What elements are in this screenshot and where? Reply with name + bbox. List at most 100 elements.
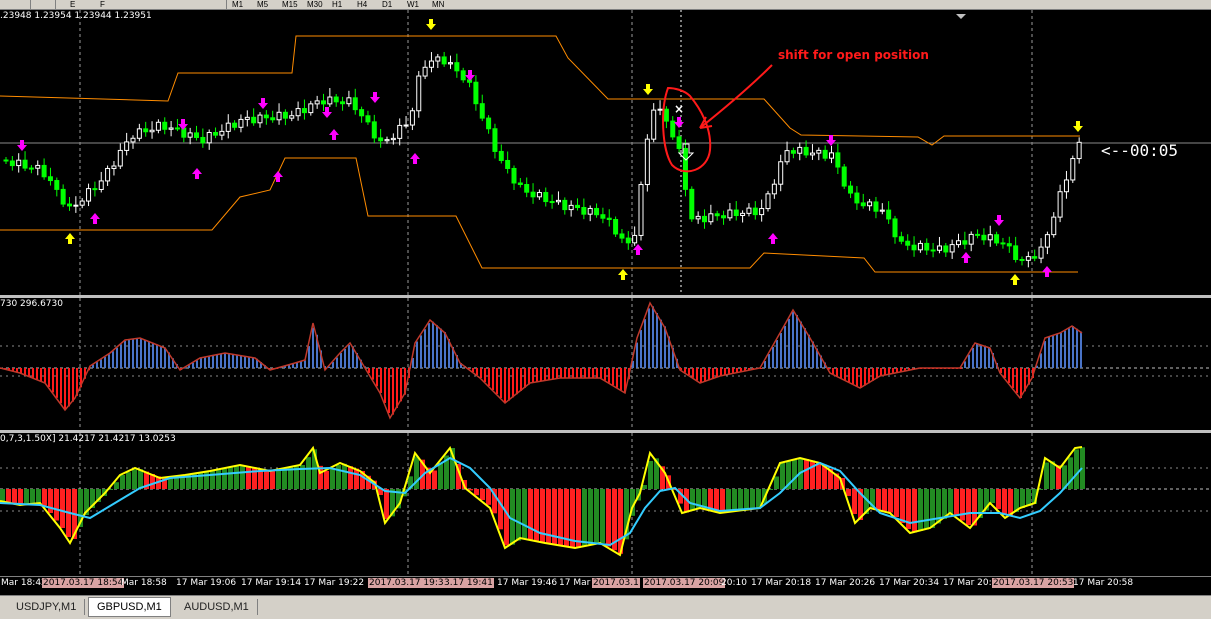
histogram-bar [964, 361, 966, 368]
candle-body [213, 132, 219, 136]
main-chart-pane[interactable]: × .23948 1.23954 1.23944 1.23951 [0, 10, 1211, 296]
histogram-bar [24, 489, 29, 505]
signal-arrow-down [426, 19, 436, 30]
candle-body [168, 127, 174, 130]
timeframe-button-f[interactable]: F [100, 0, 105, 9]
histogram-bar [276, 469, 281, 489]
histogram-bar [100, 359, 102, 368]
candle-body [1013, 245, 1019, 260]
histogram-bar [192, 362, 194, 368]
candle-body [251, 116, 257, 124]
histogram-bar [856, 368, 858, 386]
histogram-bar [1002, 489, 1007, 515]
timeframe-button-mn[interactable]: MN [432, 0, 444, 9]
histogram-bar [138, 469, 143, 489]
histogram-bar [1026, 489, 1031, 506]
toolbar: E F M1 M5 M15 M30 H1 H4 D1 W1 MN [0, 0, 1211, 10]
histogram-bar [872, 368, 874, 381]
timeframe-button-e[interactable]: E [70, 0, 75, 9]
histogram-bar [840, 368, 842, 378]
time-axis-label: 20:10 [721, 578, 747, 588]
histogram-bar [584, 368, 586, 378]
histogram-bar [500, 368, 502, 398]
histogram-bar [436, 325, 438, 368]
indicator-pane-1[interactable]: 730 296.6730 [0, 298, 1211, 430]
timeframe-button-h1[interactable]: H1 [332, 0, 342, 9]
histogram-bar [776, 340, 778, 368]
histogram-bar [608, 368, 610, 383]
histogram-bar [792, 311, 794, 368]
timeframe-button-m1[interactable]: M1 [232, 0, 243, 9]
candle-body [397, 124, 403, 139]
histogram-bar [288, 467, 293, 489]
histogram-bar [604, 368, 606, 381]
histogram-bar [1052, 335, 1054, 368]
candle-body [200, 136, 206, 144]
histogram-bar [40, 368, 42, 381]
candle-body [1070, 158, 1076, 181]
time-axis-label: 2017.03.17 18:54 [42, 578, 125, 588]
candle-body [962, 240, 968, 245]
time-axis-label: 17 Mar 20:26 [815, 578, 876, 588]
candle-body [905, 240, 911, 246]
histogram-bar [232, 354, 234, 368]
chart-tab-usdjpy[interactable]: USDJPY,M1 [8, 599, 86, 615]
histogram-bar [536, 368, 538, 382]
histogram-bar [156, 344, 158, 368]
histogram-bar [846, 489, 851, 496]
candle-body [949, 244, 955, 253]
candle-body [568, 204, 574, 211]
histogram-bar [656, 313, 658, 368]
histogram-bar [1076, 328, 1078, 368]
candle-body [206, 132, 212, 144]
candle-body [670, 120, 676, 138]
histogram-bar [644, 319, 646, 368]
timeframe-button-d1[interactable]: D1 [382, 0, 392, 9]
histogram-bar [48, 368, 50, 388]
candle-body [47, 176, 53, 182]
candle-body [428, 60, 434, 68]
histogram-bar [24, 368, 26, 375]
histogram-bar [1050, 461, 1055, 489]
histogram-bar [152, 342, 154, 368]
histogram-bar [486, 489, 491, 505]
candle-body [276, 111, 282, 121]
timeframe-button-h4[interactable]: H4 [357, 0, 367, 9]
candle-body [86, 188, 92, 202]
histogram-bar [750, 489, 755, 510]
candle-body [822, 149, 828, 159]
timeframe-button-m30[interactable]: M30 [307, 0, 323, 9]
histogram-bar [968, 354, 970, 368]
timeframe-button-m15[interactable]: M15 [282, 0, 298, 9]
candle-body [898, 236, 904, 242]
indicator-pane-2[interactable]: 0,7,3,1.50X] 21.4217 21.4217 13.0253 [0, 433, 1211, 576]
histogram-bar [498, 489, 503, 530]
histogram-bar [784, 325, 786, 368]
candle-body [1076, 141, 1082, 160]
timeframe-button-m5[interactable]: M5 [257, 0, 268, 9]
histogram-bar [516, 489, 521, 541]
histogram-bar [648, 461, 653, 489]
histogram-bar [772, 347, 774, 368]
ohlc-label: .23948 1.23954 1.23944 1.23951 [0, 11, 152, 21]
histogram-bar [126, 472, 131, 489]
candle-body [689, 188, 695, 220]
chart-tab-audusd[interactable]: AUDUSD,M1 [176, 599, 258, 615]
histogram-bar [548, 368, 550, 380]
histogram-bar [224, 353, 226, 368]
histogram-bar [474, 489, 479, 496]
histogram-bar [592, 368, 594, 378]
histogram-bar [774, 476, 779, 489]
candle-body [22, 159, 28, 169]
annotation-text: shift for open position [778, 48, 929, 62]
timeframe-button-w1[interactable]: W1 [407, 0, 419, 9]
candle-body [73, 204, 79, 207]
candle-body [378, 137, 384, 142]
candle-body [1051, 216, 1057, 236]
histogram-bar [912, 489, 917, 533]
histogram-bar [780, 463, 785, 489]
chart-tab-gbpusd[interactable]: GBPUSD,M1 [88, 597, 171, 617]
histogram-bar [882, 489, 887, 511]
candle-body [543, 192, 549, 203]
histogram-bar [60, 368, 62, 404]
